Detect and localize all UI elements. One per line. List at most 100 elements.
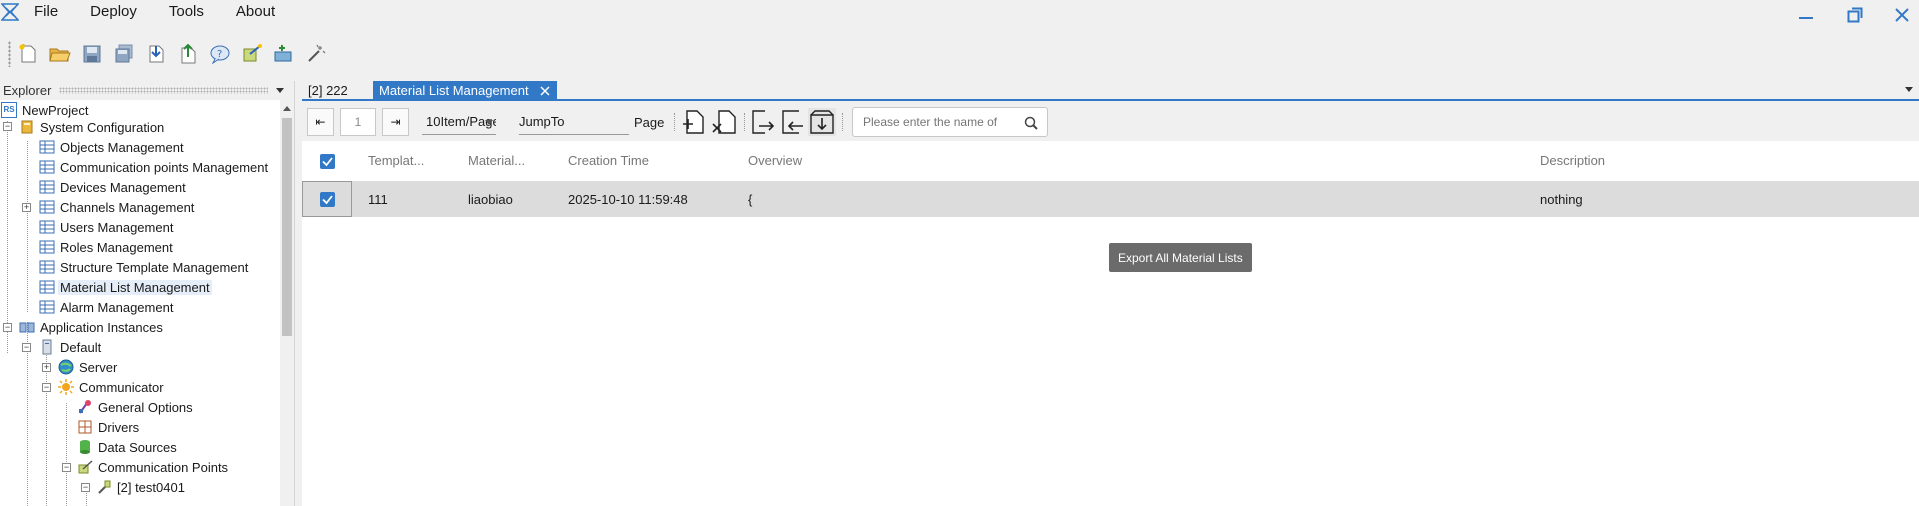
first-page-button[interactable]: ⇤: [307, 108, 334, 136]
collapse-toggle-icon[interactable]: −: [62, 463, 71, 472]
tree-item-application-instances[interactable]: Application Instances: [19, 317, 165, 337]
tree-item-label: Structure Template Management: [60, 259, 249, 275]
tree-item-communication-points[interactable]: Communication Points: [77, 457, 230, 477]
close-tab-icon[interactable]: [539, 85, 551, 97]
menu-about[interactable]: About: [236, 0, 275, 26]
tree-item-roles-management[interactable]: Roles Management: [39, 237, 175, 257]
minimize-button[interactable]: [1792, 4, 1820, 26]
communication-points-icon: [78, 460, 93, 474]
collapse-toggle-icon[interactable]: −: [3, 323, 12, 332]
tree-item-material-list-management[interactable]: Material List Management: [39, 277, 212, 297]
scrollbar-thumb[interactable]: [282, 118, 292, 336]
row-checkbox-cell[interactable]: [302, 181, 352, 217]
search-input[interactable]: [863, 115, 1013, 129]
tree-item-label: Roles Management: [60, 239, 173, 255]
save-all-icon: [115, 44, 133, 63]
open-project-button[interactable]: [49, 43, 71, 65]
save-all-button[interactable]: [113, 43, 135, 65]
search-icon[interactable]: [1024, 116, 1038, 130]
wizard-button[interactable]: [305, 43, 327, 65]
tree-item-objects-management[interactable]: Objects Management: [39, 137, 186, 157]
import-material-list-button[interactable]: [748, 108, 776, 136]
explorer-menu-arrow-icon[interactable]: [276, 88, 284, 93]
tree-item-communication-points-management[interactable]: Communication points Management: [39, 157, 270, 177]
options-icon: [79, 400, 91, 414]
database-icon: [80, 440, 90, 454]
page-size-select[interactable]: 10Item/Page: [422, 109, 496, 135]
select-all-checkbox[interactable]: [320, 154, 335, 169]
collapse-toggle-icon[interactable]: −: [22, 343, 31, 352]
column-header-overview[interactable]: Overview: [748, 153, 802, 168]
table-icon: [39, 140, 55, 154]
cell-description: nothing: [1540, 192, 1583, 207]
delete-material-list-button[interactable]: [710, 108, 738, 136]
wizard-icon: [308, 44, 326, 62]
tree-item-label: Communicator: [79, 379, 164, 395]
tree-item-alarm-management[interactable]: Alarm Management: [39, 297, 175, 317]
explorer-scrollbar[interactable]: [280, 100, 294, 506]
toolbar-grip[interactable]: [8, 41, 11, 67]
tree-item-general-options[interactable]: General Options: [77, 397, 195, 417]
tree-item-label: Users Management: [60, 219, 174, 235]
checkmark-icon: [322, 195, 333, 205]
column-header-creation-time[interactable]: Creation Time: [568, 153, 649, 168]
search-box[interactable]: [852, 107, 1048, 137]
first-page-icon: ⇤: [315, 115, 326, 129]
add-device-icon: [274, 45, 292, 62]
tree-item-label: Default: [60, 339, 102, 355]
tree-item-channels-management[interactable]: Channels Management: [39, 197, 196, 217]
add-material-list-button[interactable]: [680, 108, 708, 136]
tree-item-communicator[interactable]: Communicator: [58, 377, 166, 397]
table-icon: [39, 240, 55, 254]
tree-item-label: Material List Management: [58, 279, 212, 295]
restore-button[interactable]: [1841, 4, 1869, 26]
table-icon: [39, 180, 55, 194]
new-project-button[interactable]: [17, 43, 39, 65]
app-logo-icon: [1, 3, 19, 21]
export-button[interactable]: [177, 43, 199, 65]
open-folder-icon: [49, 48, 71, 62]
tab-label: [2] 222: [308, 83, 348, 98]
explorer-grip[interactable]: [59, 87, 268, 94]
tree-item-devices-management[interactable]: Devices Management: [39, 177, 188, 197]
export-material-list-button[interactable]: [778, 108, 806, 136]
column-header-material[interactable]: Material...: [468, 153, 525, 168]
menu-deploy[interactable]: Deploy: [90, 0, 137, 26]
current-page-field[interactable]: 1: [340, 108, 376, 136]
menu-file[interactable]: File: [34, 0, 58, 26]
export-all-material-lists-button[interactable]: [808, 108, 836, 136]
collapse-toggle-icon[interactable]: −: [81, 483, 90, 492]
table-row[interactable]: 111 liaobiao 2025-10-10 11:59:48 { nothi…: [302, 181, 1919, 217]
collapse-toggle-icon[interactable]: −: [42, 383, 51, 392]
jump-to-field[interactable]: JumpTo: [519, 109, 629, 135]
tree-item-data-sources[interactable]: Data Sources: [77, 437, 179, 457]
expand-toggle-icon[interactable]: +: [22, 203, 31, 212]
menu-tools[interactable]: Tools: [169, 0, 204, 26]
column-header-description[interactable]: Description: [1540, 153, 1605, 168]
tree-item-system-configuration[interactable]: System Configuration: [19, 117, 166, 137]
import-icon: [149, 45, 164, 63]
help-button[interactable]: ?: [209, 43, 231, 65]
save-button[interactable]: [81, 43, 103, 65]
tab-222[interactable]: [2] 222: [302, 81, 354, 100]
tree-item-drivers[interactable]: Drivers: [77, 417, 141, 437]
last-page-button[interactable]: ⇥: [382, 108, 409, 136]
column-header-template[interactable]: Templat...: [368, 153, 424, 168]
tree-item-server[interactable]: Server: [58, 357, 119, 377]
tab-material-list-management[interactable]: Material List Management: [373, 81, 557, 100]
import-button[interactable]: [145, 43, 167, 65]
tree-item-test0401[interactable]: [2] test0401: [96, 477, 187, 497]
tree-item-default[interactable]: Default: [39, 337, 103, 357]
scroll-up-icon[interactable]: [283, 106, 291, 111]
collapse-toggle-icon[interactable]: −: [3, 122, 12, 131]
tree-item-users-management[interactable]: Users Management: [39, 217, 175, 237]
publish-button[interactable]: [241, 43, 263, 65]
add-device-button[interactable]: [273, 43, 295, 65]
row-checkbox[interactable]: [320, 192, 335, 207]
tab-list-dropdown-icon[interactable]: [1905, 87, 1913, 92]
tree-item-label: Application Instances: [40, 319, 163, 335]
expand-toggle-icon[interactable]: +: [42, 363, 51, 372]
svg-text:?: ?: [217, 49, 222, 60]
tree-item-structure-template-management[interactable]: Structure Template Management: [39, 257, 250, 277]
close-window-button[interactable]: [1888, 4, 1916, 26]
